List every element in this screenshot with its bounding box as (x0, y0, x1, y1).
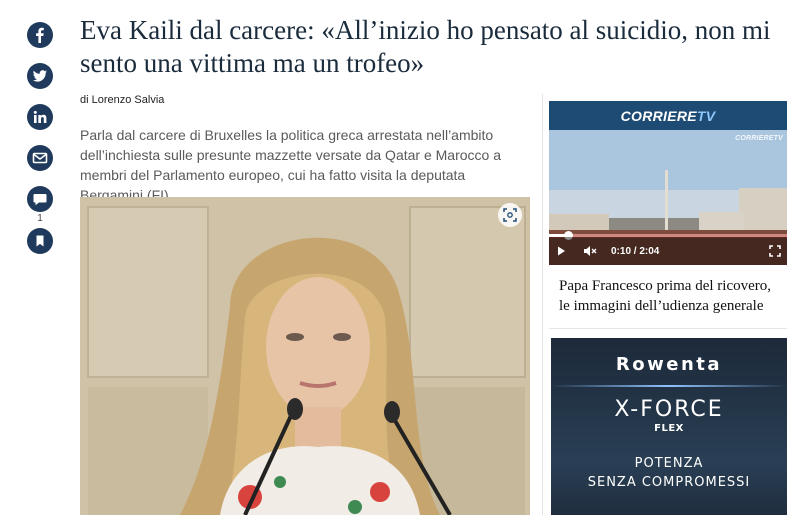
tv-brand-accent: TV (696, 107, 716, 124)
bookmark-button[interactable] (27, 228, 53, 254)
video-time: 0:10 / 2:04 (611, 245, 660, 257)
twitter-icon (32, 70, 47, 82)
linkedin-share-button[interactable] (27, 104, 53, 130)
video-caption-link[interactable]: Papa Francesco prima del ricovero, le im… (549, 276, 779, 316)
comment-button[interactable] (27, 186, 53, 212)
mute-icon[interactable] (583, 245, 597, 257)
ad-product-name: X-FORCE (614, 397, 724, 422)
portrait-photo (80, 197, 530, 515)
facebook-icon (36, 27, 44, 43)
tv-watermark: CORRIERETV (735, 135, 783, 142)
linkedin-icon (33, 110, 47, 123)
caption-divider (549, 328, 787, 329)
ad-accent-line (551, 385, 787, 387)
twitter-share-button[interactable] (27, 63, 53, 89)
facebook-share-button[interactable] (27, 22, 53, 48)
fullscreen-icon[interactable] (769, 245, 781, 257)
bookmark-icon (36, 235, 44, 247)
ad-tagline-1: POTENZA (634, 456, 704, 471)
column-divider (542, 94, 543, 515)
email-share-button[interactable] (27, 145, 53, 171)
corriere-tv-logo[interactable]: CORRIERE TV (549, 101, 787, 130)
tv-brand-main: CORRIERE (620, 107, 697, 124)
comment-icon (33, 194, 47, 206)
corriere-tv-widget: CORRIERE TV CORRIERETV 0:10 / 2:04 Papa … (549, 101, 787, 329)
video-player[interactable]: CORRIERETV 0:10 / 2:04 (549, 130, 787, 265)
image-zoom-button[interactable] (498, 203, 522, 227)
article-headline: Eva Kaili dal carcere: «All’inizio ho pe… (80, 15, 771, 78)
comment-count: 1 (37, 213, 43, 224)
video-controls: 0:10 / 2:04 (549, 237, 787, 265)
article-hero-image[interactable] (80, 197, 530, 515)
ad-product-sub: FLEX (654, 423, 684, 434)
play-icon[interactable] (555, 245, 567, 257)
article-byline[interactable]: di Lorenzo Salvia (80, 94, 164, 106)
ad-tagline-2: SENZA COMPROMESSI (587, 475, 751, 490)
ad-brand-logo: Rowenta (615, 354, 723, 375)
rowenta-advertisement[interactable]: Rowenta X-FORCE FLEX POTENZA SENZA COMPR… (551, 338, 787, 515)
expand-icon (503, 208, 517, 222)
email-icon (32, 152, 48, 164)
article-summary: Parla dal carcere di Bruxelles la politi… (80, 127, 501, 203)
